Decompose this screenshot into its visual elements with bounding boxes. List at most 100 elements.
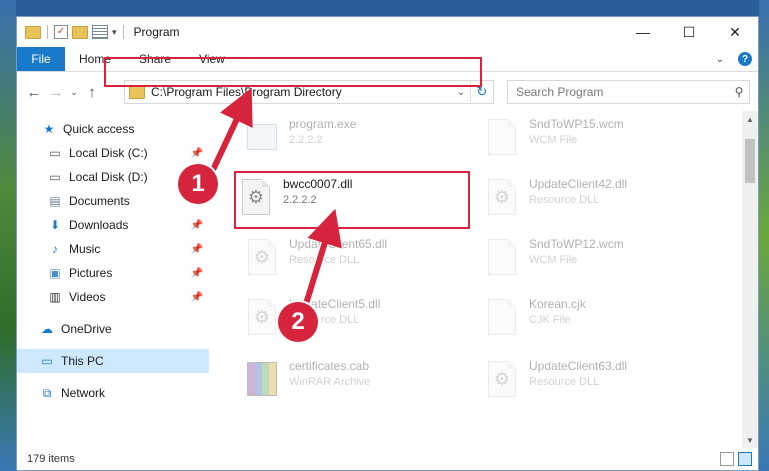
file-item[interactable]: Korean.cjk CJK File: [485, 293, 715, 349]
address-bar[interactable]: C:\Program Files\Program Directory ⌄ ↻: [124, 80, 494, 104]
file-name: certificates.cab: [289, 359, 370, 373]
file-meta: Resource DLL: [529, 194, 600, 206]
forward-arrow-icon[interactable]: →: [45, 84, 67, 101]
sidebar-item-downloads[interactable]: ⬇ Downloads 📌: [17, 213, 209, 237]
sidebar-item-pictures[interactable]: ▣ Pictures 📌: [17, 261, 209, 285]
search-icon[interactable]: ⚲: [729, 85, 749, 99]
desktop-wallpaper-left: [0, 0, 16, 471]
status-bar: 179 items: [17, 448, 758, 470]
pin-icon[interactable]: 📌: [191, 148, 203, 159]
address-dropdown-chevron-icon[interactable]: ⌄: [452, 87, 470, 98]
recent-locations-chevron-icon[interactable]: ⌄: [67, 87, 81, 98]
pin-icon[interactable]: 📌: [191, 220, 203, 231]
pin-icon[interactable]: 📌: [191, 268, 203, 279]
ribbon-right: ⌄ ?: [716, 47, 752, 71]
file-item[interactable]: ⚙ UpdateClient42.dll Resource DLL: [485, 173, 715, 229]
folder-icon: [25, 25, 41, 39]
star-icon: ★: [43, 122, 55, 136]
tab-share[interactable]: Share: [125, 47, 185, 71]
dll-gear-file-icon: ⚙: [239, 177, 273, 217]
scroll-down-arrow-icon[interactable]: ▼: [742, 432, 758, 448]
file-name: bwcc0007.dll: [283, 177, 353, 191]
sidebar-item-label: Videos: [69, 290, 106, 304]
sidebar-item-local-disk-c[interactable]: ▭ Local Disk (C:) 📌: [17, 141, 209, 165]
file-name: program.exe: [289, 117, 357, 131]
scrollbar-thumb[interactable]: [745, 139, 755, 183]
sidebar-item-onedrive[interactable]: ☁ OneDrive: [17, 317, 209, 341]
pictures-icon: ▣: [49, 266, 61, 280]
file-meta: WCM File: [529, 254, 578, 266]
properties-icon[interactable]: [92, 25, 108, 39]
file-item-bwcc0007[interactable]: ⚙ bwcc0007.dll 2.2.2.2: [239, 173, 469, 229]
file-meta: Resource DLL: [529, 376, 600, 388]
window-controls: — ☐ ✕: [620, 17, 758, 47]
expand-ribbon-chevron-icon[interactable]: ⌄: [716, 54, 724, 65]
sidebar-item-label: Local Disk (C:): [69, 146, 148, 160]
file-meta: CJK File: [529, 314, 571, 326]
pin-icon[interactable]: 📌: [191, 292, 203, 303]
up-arrow-icon[interactable]: ↑: [81, 84, 103, 101]
search-input[interactable]: Search Program: [516, 85, 729, 99]
minimize-button[interactable]: —: [620, 17, 666, 47]
sidebar-item-network[interactable]: ⧉ Network: [17, 381, 209, 405]
dll-gear-file-icon: ⚙: [245, 297, 279, 337]
network-icon: ⧉: [42, 385, 52, 400]
sidebar-item-label: This PC: [61, 354, 104, 368]
tiles-view-icon[interactable]: [738, 452, 752, 466]
file-meta: 2.2.2.2: [289, 134, 323, 146]
tab-home[interactable]: Home: [65, 47, 125, 71]
file-meta: Resource DLL: [289, 254, 360, 266]
sidebar-item-quick-access[interactable]: ★ Quick access: [17, 117, 209, 141]
file-item[interactable]: ⚙ UpdateClient65.dll Resource DLL: [245, 233, 475, 289]
help-icon[interactable]: ?: [738, 52, 752, 66]
sidebar-item-videos[interactable]: ▥ Videos 📌: [17, 285, 209, 309]
dll-gear-file-icon: ⚙: [485, 177, 519, 217]
item-count: 179 items: [27, 453, 75, 465]
refresh-icon[interactable]: ↻: [470, 81, 493, 103]
title-bar: ✓ ▾ Program — ☐ ✕: [17, 17, 758, 47]
address-path[interactable]: C:\Program Files\Program Directory: [151, 85, 452, 99]
file-name: UpdateClient63.dll: [529, 359, 628, 373]
sidebar-item-label: Quick access: [63, 122, 135, 136]
vertical-scrollbar[interactable]: ▲ ▼: [742, 111, 758, 448]
sidebar-item-label: OneDrive: [61, 322, 112, 336]
sidebar-item-music[interactable]: ♪ Music 📌: [17, 237, 209, 261]
document-file-icon: [485, 297, 519, 337]
file-meta: WinRAR Archive: [289, 376, 371, 388]
new-folder-icon[interactable]: [72, 25, 88, 39]
back-arrow-icon[interactable]: ←: [23, 84, 45, 101]
file-name: UpdateClient65.dll: [289, 237, 388, 251]
ribbon-tabs: File Home Share View ⌄ ?: [17, 47, 758, 72]
maximize-button[interactable]: ☐: [666, 17, 712, 47]
file-item[interactable]: SndToWP12.wcm WCM File: [485, 233, 715, 289]
file-item[interactable]: program.exe 2.2.2.2: [245, 113, 475, 169]
sidebar-item-label: Local Disk (D:): [69, 170, 148, 184]
winrar-archive-icon: [245, 359, 279, 399]
properties-check-icon[interactable]: ✓: [54, 25, 68, 39]
pin-icon[interactable]: 📌: [191, 244, 203, 255]
window-title: Program: [133, 25, 180, 39]
computer-icon: ▭: [41, 354, 53, 368]
close-button[interactable]: ✕: [712, 17, 758, 47]
sidebar-item-this-pc[interactable]: ▭ This PC: [17, 349, 209, 373]
documents-icon: ▤: [49, 194, 61, 208]
document-file-icon: [485, 237, 519, 277]
search-box[interactable]: Search Program ⚲: [507, 80, 750, 104]
scroll-up-arrow-icon[interactable]: ▲: [742, 111, 758, 127]
file-meta: 2.2.2.2: [283, 194, 317, 206]
tab-view[interactable]: View: [185, 47, 239, 71]
sidebar-item-label: Pictures: [69, 266, 113, 280]
separator: [47, 25, 48, 39]
dll-gear-file-icon: ⚙: [245, 237, 279, 277]
step-badge-2: 2: [278, 302, 318, 342]
file-meta: WCM File: [529, 134, 578, 146]
file-grid: program.exe 2.2.2.2 SndToWP15.wcm WCM File…: [217, 111, 742, 448]
file-item[interactable]: ⚙ UpdateClient63.dll Resource DLL: [485, 355, 715, 411]
details-view-icon[interactable]: [720, 452, 734, 466]
tab-file[interactable]: File: [17, 47, 65, 71]
customize-toolbar-chevron-icon[interactable]: ▾: [112, 27, 117, 38]
file-item[interactable]: certificates.cab WinRAR Archive: [245, 355, 475, 411]
file-item[interactable]: SndToWP15.wcm WCM File: [485, 113, 715, 169]
view-toggle: [720, 452, 752, 466]
separator: [122, 25, 124, 39]
